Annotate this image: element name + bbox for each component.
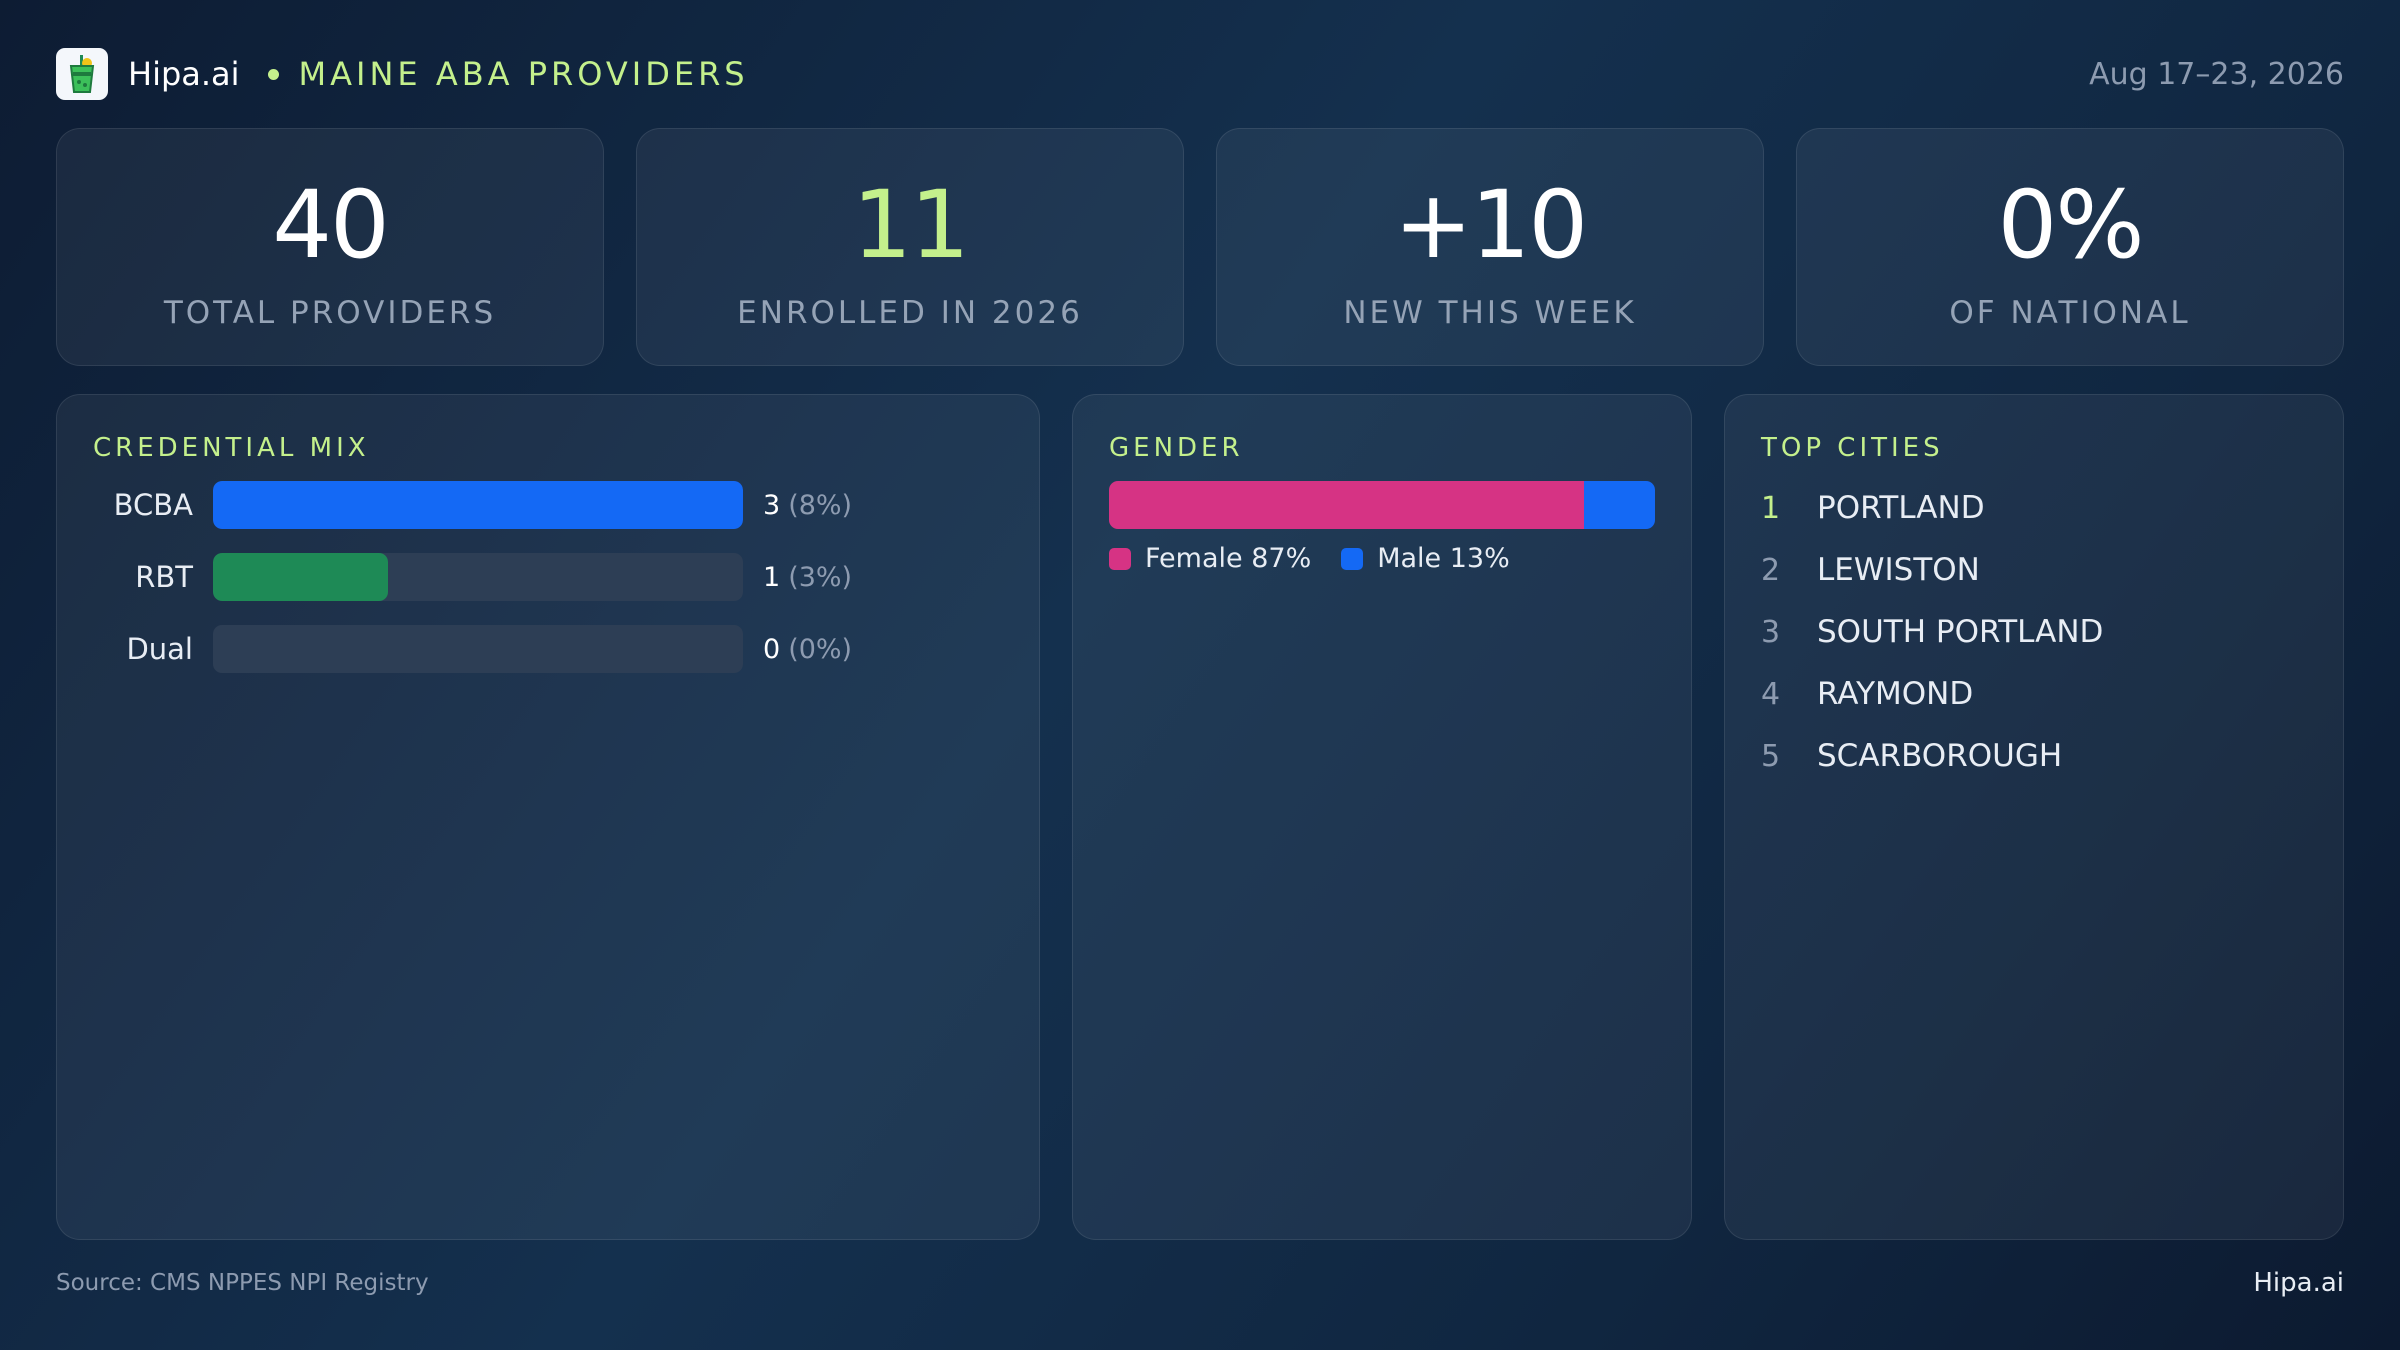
- header: Hipa.ai MAINE ABA PROVIDERS Aug 17–23, 2…: [56, 46, 2344, 102]
- list-item: 5 SCARBOROUGH: [1761, 725, 2103, 787]
- credential-row-bcba: BCBA 3 (8%): [57, 481, 1039, 529]
- top-cities-panel: TOP CITIES 1 PORTLAND 2 LEWISTON 3 SOUTH…: [1724, 394, 2344, 1240]
- stat-label: ENROLLED IN 2026: [737, 295, 1083, 331]
- credential-bar-fill: [213, 553, 388, 601]
- credential-count: 0: [763, 633, 781, 665]
- gender-segment-male: [1584, 481, 1655, 529]
- legend-swatch: [1341, 547, 1364, 570]
- list-item: 2 LEWISTON: [1761, 539, 2103, 601]
- credential-count: 1: [763, 561, 781, 593]
- city-name: SOUTH PORTLAND: [1817, 614, 2104, 650]
- credential-row-rbt: RBT 1 (3%): [57, 553, 1039, 601]
- credential-mix-panel: CREDENTIAL MIX BCBA 3 (8%) RBT 1 (3%) Du…: [56, 394, 1040, 1240]
- stat-value: 40: [272, 171, 390, 280]
- credential-label: BCBA: [113, 488, 193, 522]
- city-rank: 2: [1761, 552, 1781, 588]
- city-rank: 3: [1761, 614, 1781, 650]
- stat-value: +10: [1393, 171, 1588, 280]
- credential-percent: (0%): [788, 633, 853, 665]
- stat-label: NEW THIS WEEK: [1343, 295, 1637, 331]
- gender-legend: Female 87% Male 13%: [1109, 543, 1540, 574]
- legend-swatch: [1109, 547, 1131, 570]
- footer-brand: Hipa.ai: [2253, 1268, 2344, 1298]
- city-rank: 4: [1761, 676, 1781, 712]
- stat-label: OF NATIONAL: [1949, 295, 2191, 331]
- city-rank: 5: [1761, 738, 1781, 774]
- city-name: LEWISTON: [1817, 552, 1980, 588]
- stat-value: 0%: [1997, 171, 2144, 280]
- app-logo[interactable]: [56, 48, 108, 100]
- stat-card-of-national: 0% OF NATIONAL: [1796, 128, 2344, 366]
- credential-bar-track: [213, 625, 743, 673]
- legend-item-female: Female 87%: [1109, 543, 1311, 574]
- stat-label: TOTAL PROVIDERS: [163, 295, 497, 331]
- city-name: RAYMOND: [1817, 676, 1974, 712]
- stat-cards: 40 TOTAL PROVIDERS 11 ENROLLED IN 2026 +…: [56, 128, 2344, 366]
- date-range: Aug 17–23, 2026: [2089, 56, 2344, 92]
- stat-card-enrolled: 11 ENROLLED IN 2026: [636, 128, 1184, 366]
- panel-title: GENDER: [1109, 433, 1244, 463]
- city-name: SCARBOROUGH: [1817, 738, 2063, 774]
- legend-label: Female 87%: [1145, 543, 1312, 574]
- gender-panel: GENDER Female 87% Male 13%: [1072, 394, 1692, 1240]
- panel-title: TOP CITIES: [1761, 433, 1944, 463]
- city-list: 1 PORTLAND 2 LEWISTON 3 SOUTH PORTLAND 4…: [1761, 477, 2103, 787]
- legend-label: Male 13%: [1377, 543, 1510, 574]
- city-name: PORTLAND: [1817, 490, 1985, 526]
- credential-percent: (3%): [788, 561, 853, 593]
- credential-bar-fill: [213, 481, 743, 529]
- credential-bar-track: [213, 553, 743, 601]
- stat-card-new-this-week: +10 NEW THIS WEEK: [1216, 128, 1764, 366]
- credential-count: 3: [763, 489, 781, 521]
- page-title: MAINE ABA PROVIDERS: [298, 55, 749, 93]
- list-item: 4 RAYMOND: [1761, 663, 2103, 725]
- credential-bar-track: [213, 481, 743, 529]
- credential-percent: (8%): [788, 489, 853, 521]
- city-rank: 1: [1761, 490, 1781, 526]
- stat-card-total-providers: 40 TOTAL PROVIDERS: [56, 128, 604, 366]
- stat-value: 11: [852, 171, 970, 280]
- brand-name: Hipa.ai: [128, 55, 240, 93]
- credential-label: Dual: [126, 632, 193, 666]
- list-item: 1 PORTLAND: [1761, 477, 2103, 539]
- list-item: 3 SOUTH PORTLAND: [1761, 601, 2103, 663]
- legend-item-male: Male 13%: [1341, 543, 1510, 574]
- title-separator-dot: [267, 68, 279, 80]
- drink-cup-icon: [69, 55, 95, 93]
- gender-stacked-bar: [1109, 481, 1655, 529]
- credential-row-dual: Dual 0 (0%): [57, 625, 1039, 673]
- credential-label: RBT: [135, 560, 193, 594]
- panel-title: CREDENTIAL MIX: [93, 433, 370, 463]
- footer-source: Source: CMS NPPES NPI Registry: [56, 1270, 429, 1296]
- gender-segment-female: [1109, 481, 1585, 529]
